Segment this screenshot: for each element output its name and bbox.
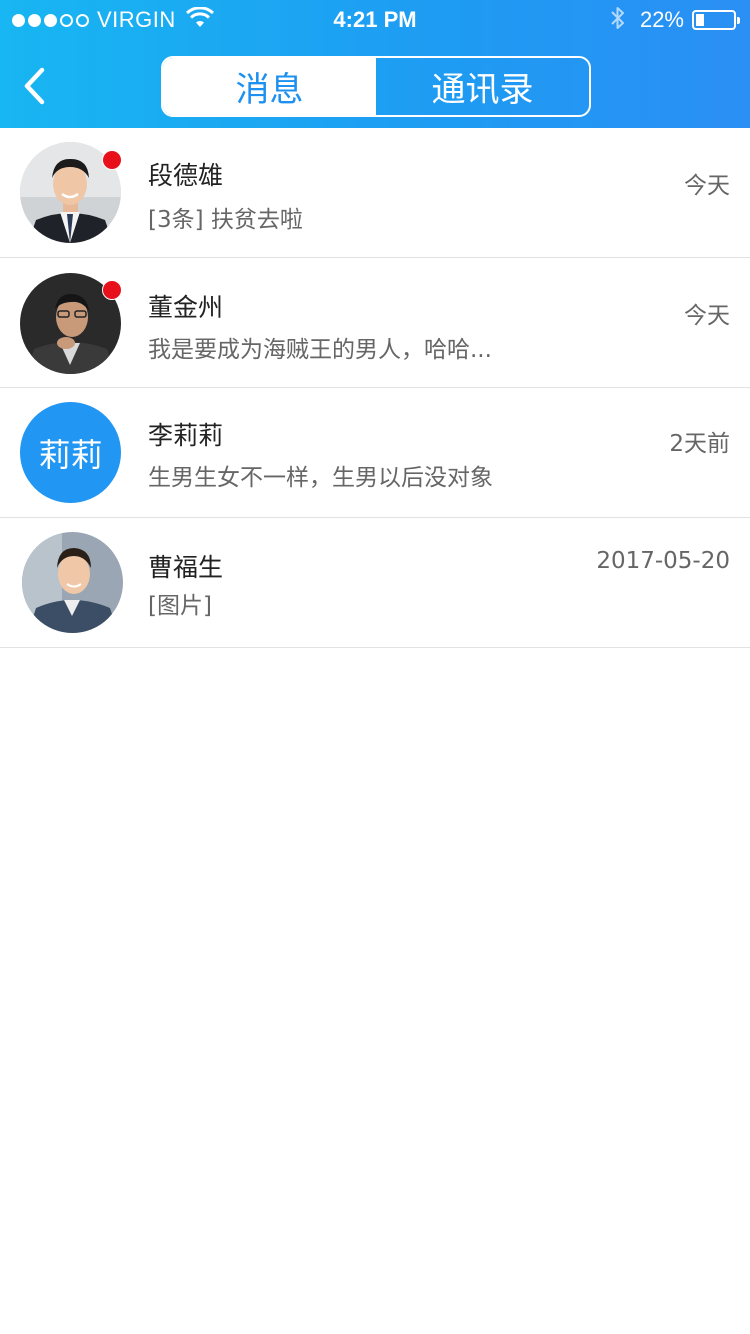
conversation-row[interactable]: 曹福生 [图片] 2017-05-20 — [0, 518, 750, 648]
conversation-row[interactable]: 段德雄 [3条] 扶贫去啦 今天 — [0, 128, 750, 258]
chevron-left-icon — [24, 67, 45, 105]
conversation-row[interactable]: 董金州 我是要成为海贼王的男人，哈哈... 今天 — [0, 258, 750, 388]
bluetooth-icon — [610, 5, 626, 35]
header: VIRGIN 4:21 PM 22% 消息 通讯录 — [0, 0, 750, 128]
unread-badge — [102, 280, 122, 300]
conversation-list: 段德雄 [3条] 扶贫去啦 今天 董金州 我是要成为海贼王的男人，哈哈... 今… — [0, 128, 750, 648]
battery-percent: 22% — [639, 7, 684, 32]
tab-messages[interactable]: 消息 — [163, 58, 376, 115]
message-time: 2017-05-20 — [596, 548, 730, 574]
status-right: 22% — [610, 5, 740, 35]
message-time: 今天 — [684, 173, 730, 199]
segmented-tabs: 消息 通讯录 — [161, 56, 591, 117]
contact-name: 李莉莉 — [148, 421, 224, 450]
contact-name: 段德雄 — [148, 161, 224, 190]
message-time: 2天前 — [669, 431, 730, 457]
avatar: 莉莉 — [20, 402, 121, 503]
battery-level — [696, 14, 704, 26]
message-preview: [图片] — [148, 593, 212, 619]
message-preview: 生男生女不一样，生男以后没对象 — [148, 465, 493, 491]
avatar — [22, 532, 123, 633]
status-bar: VIRGIN 4:21 PM 22% — [0, 0, 750, 40]
message-time: 今天 — [684, 303, 730, 329]
tab-contacts[interactable]: 通讯录 — [376, 58, 589, 115]
back-button[interactable] — [12, 62, 56, 110]
conversation-row[interactable]: 莉莉 李莉莉 生男生女不一样，生男以后没对象 2天前 — [0, 388, 750, 518]
unread-badge — [102, 150, 122, 170]
contact-name: 董金州 — [148, 293, 224, 322]
message-preview: [3条] 扶贫去啦 — [148, 207, 303, 233]
contact-name: 曹福生 — [148, 553, 224, 582]
message-preview: 我是要成为海贼王的男人，哈哈... — [148, 337, 492, 363]
battery-icon — [692, 10, 740, 30]
